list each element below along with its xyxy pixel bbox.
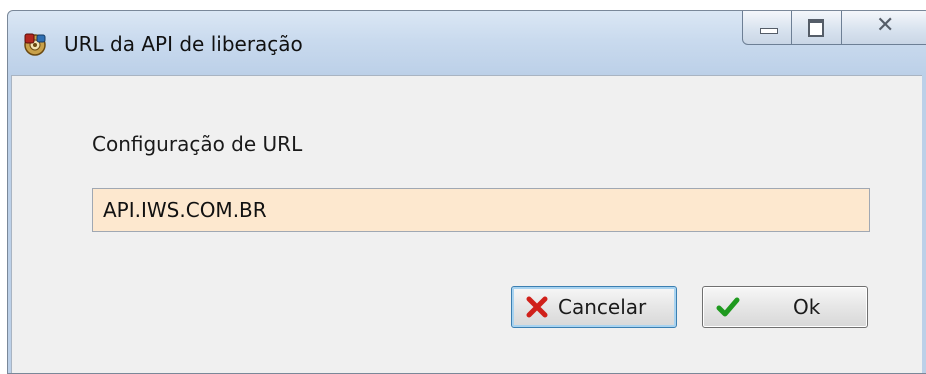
window-controls: ✕	[742, 11, 926, 45]
minimize-button[interactable]	[742, 11, 792, 45]
dialog-window: URL da API de liberação ✕ Configuração d…	[7, 10, 926, 374]
ok-button[interactable]: Ok	[702, 286, 868, 328]
check-icon	[716, 297, 740, 317]
url-input[interactable]	[92, 188, 870, 232]
maximize-button[interactable]	[792, 11, 842, 45]
title-bar[interactable]: URL da API de liberação ✕	[8, 11, 926, 75]
maximize-icon	[808, 19, 824, 37]
url-config-label: Configuração de URL	[92, 132, 303, 156]
app-icon	[24, 33, 46, 56]
x-icon	[526, 296, 548, 318]
minimize-icon	[760, 28, 778, 34]
dialog-body: Configuração de URL Cancelar Ok	[11, 75, 922, 373]
ok-button-label: Ok	[793, 295, 821, 319]
close-icon: ✕	[876, 13, 895, 38]
cancel-button-label: Cancelar	[558, 295, 647, 319]
window-title: URL da API de liberação	[64, 32, 303, 56]
cancel-button[interactable]: Cancelar	[511, 286, 677, 328]
close-button[interactable]: ✕	[842, 11, 926, 45]
